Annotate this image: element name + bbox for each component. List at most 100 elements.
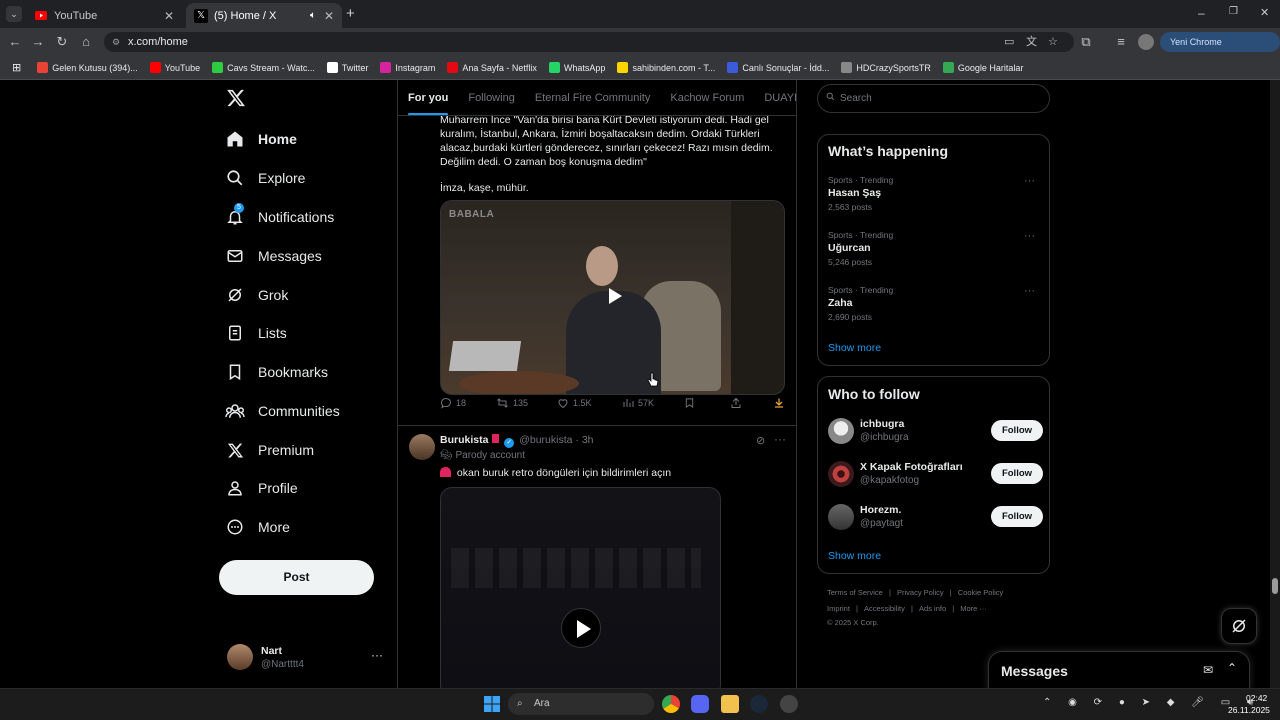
scrollbar-thumb[interactable] <box>1272 578 1278 594</box>
play-button[interactable] <box>561 608 601 648</box>
bookmark-item[interactable]: sahibinden.com - T... <box>617 62 715 73</box>
extensions-icon[interactable]: ⧉ <box>1078 34 1094 50</box>
tab-duayenl[interactable]: DUAYENL <box>764 80 796 115</box>
post-button[interactable]: Post <box>219 560 374 595</box>
trend-item[interactable]: Sports · Trending Hasan Şaş 2,563 posts … <box>828 175 1043 212</box>
like-button[interactable]: 1.5K <box>557 397 592 409</box>
windows-start-icon[interactable] <box>484 696 500 712</box>
footer-link[interactable]: Accessibility <box>864 604 905 613</box>
bookmark-item[interactable]: Ana Sayfa - Netflix <box>447 62 537 73</box>
more-dots-icon[interactable]: ··· <box>774 432 786 446</box>
apps-grid-icon[interactable]: ⊞ <box>12 61 21 74</box>
grok-explain-icon[interactable]: ⊘ <box>756 434 765 447</box>
author-name[interactable]: Burukista <box>440 434 488 446</box>
window-close-button[interactable]: ✕ <box>1260 6 1269 19</box>
bookmark-item[interactable]: Instagram <box>380 62 435 73</box>
back-icon[interactable]: ← <box>7 34 23 50</box>
footer-link[interactable]: Ads info <box>919 604 946 613</box>
views-button[interactable]: 57K <box>622 397 654 409</box>
site-info-icon[interactable]: ⚙ <box>112 32 120 52</box>
restore-button[interactable]: ❐ <box>1229 6 1238 17</box>
reply-button[interactable]: 18 <box>440 397 466 409</box>
new-message-icon[interactable]: ✉ <box>1203 663 1213 677</box>
bookmark-item[interactable]: WhatsApp <box>548 62 605 73</box>
tab-for-you[interactable]: For you <box>408 80 449 115</box>
footer-link[interactable]: Imprint <box>827 604 850 613</box>
star-icon[interactable]: ☆ <box>1048 32 1058 52</box>
nav-item-bookmarks[interactable]: Bookmarks <box>224 354 328 390</box>
tweet-video[interactable] <box>440 487 721 688</box>
footer-link[interactable]: More ··· <box>960 604 987 613</box>
media-controls-icon[interactable]: ≡ <box>1113 34 1129 50</box>
translate-icon[interactable]: 文 <box>1026 32 1037 52</box>
trend-item[interactable]: Sports · Trending Zaha 2,690 posts ··· <box>828 285 1043 322</box>
tab-x-home[interactable]: 𝕏 (5) Home / X 🔈︎ ✕ <box>186 3 342 28</box>
chrome-update-button[interactable]: Yeni Chrome kullanılabilir ⋮ <box>1160 32 1280 67</box>
clock-date[interactable]: 26.11.2025 <box>1228 705 1270 715</box>
nav-item-home[interactable]: Home <box>224 121 297 157</box>
follow-button[interactable]: Follow <box>991 420 1043 441</box>
trend-item[interactable]: Sports · Trending Uğurcan 5,246 posts ··… <box>828 230 1043 267</box>
install-app-icon[interactable]: ▭ <box>1004 32 1014 52</box>
tweet-video[interactable]: BABALA <box>440 200 785 395</box>
bookmark-item[interactable]: YouTube <box>149 62 200 73</box>
nav-item-lists[interactable]: Lists <box>224 315 287 351</box>
footer-link[interactable]: Privacy Policy <box>897 588 944 597</box>
follow-button[interactable]: Follow <box>991 463 1043 484</box>
file-explorer-icon[interactable] <box>721 695 739 713</box>
clock-time[interactable]: 02:42 <box>1246 693 1267 703</box>
tweet-time[interactable]: 3h <box>582 434 594 446</box>
more-dots-icon[interactable]: ··· <box>1024 175 1035 187</box>
show-more-link[interactable]: Show more <box>828 550 881 562</box>
account-switcher[interactable]: Nart @Nartttt4 ··· <box>222 640 387 678</box>
follow-suggestion[interactable]: Horezm. @paytagt Follow <box>828 503 1043 533</box>
nav-item-more[interactable]: More <box>224 509 290 545</box>
app-icon[interactable] <box>780 695 798 713</box>
nav-item-premium[interactable]: Premium <box>224 432 314 468</box>
reload-icon[interactable]: ↻ <box>54 34 70 50</box>
follow-suggestion[interactable]: X Kapak Fotoğrafları @kapakfotog Follow <box>828 460 1043 490</box>
more-dots-icon[interactable]: ··· <box>371 648 383 662</box>
bookmark-item[interactable]: Gelen Kutusu (394)... <box>37 62 138 73</box>
repost-button[interactable]: 135 <box>496 397 528 409</box>
bookmark-item[interactable]: Twitter <box>326 62 368 73</box>
avatar[interactable] <box>409 434 435 460</box>
search-input[interactable]: Search <box>817 84 1050 113</box>
bookmark-item[interactable]: HDCrazySportsTR <box>841 62 931 73</box>
tab-following[interactable]: Following <box>468 80 514 115</box>
more-dots-icon[interactable]: ··· <box>1024 230 1035 242</box>
nav-item-grok[interactable]: Grok <box>224 277 288 313</box>
address-bar[interactable]: ⚙ x.com/home ▭ 文 ☆ <box>104 32 1074 52</box>
page-scrollbar[interactable] <box>1270 80 1280 688</box>
forward-icon[interactable]: → <box>30 34 46 50</box>
discord-icon[interactable] <box>691 695 709 713</box>
close-icon[interactable]: ✕ <box>324 9 334 23</box>
play-icon[interactable] <box>601 283 627 309</box>
taskbar-search[interactable]: ⌕ Ara <box>508 693 654 715</box>
nav-item-notifications[interactable]: 5 Notifications <box>224 199 334 235</box>
nav-item-messages[interactable]: Messages <box>224 238 322 274</box>
bookmark-item[interactable]: Cavs Stream - Watc... <box>212 62 315 73</box>
bookmark-item[interactable]: Canlı Sonuçlar - İdd... <box>727 62 829 73</box>
nav-item-explore[interactable]: Explore <box>224 160 305 196</box>
tab-kachow-forum[interactable]: Kachow Forum <box>670 80 744 115</box>
footer-link[interactable]: Terms of Service <box>827 588 883 597</box>
x-logo-icon[interactable] <box>226 88 248 110</box>
download-button[interactable] <box>773 397 789 409</box>
steam-icon[interactable] <box>750 695 768 713</box>
chrome-icon[interactable] <box>662 695 680 713</box>
messages-drawer[interactable]: Messages ✉ ⌃ <box>988 651 1250 691</box>
expand-up-icon[interactable]: ⌃ <box>1227 661 1237 675</box>
bookmark-button[interactable] <box>684 397 699 409</box>
share-button[interactable] <box>730 397 746 409</box>
tab-youtube[interactable]: YouTube ✕ <box>26 3 182 28</box>
footer-link[interactable]: Cookie Policy <box>958 588 1003 597</box>
speaker-icon[interactable]: 🔈︎ <box>310 10 316 21</box>
new-tab-button[interactable]: + <box>346 5 355 22</box>
follow-button[interactable]: Follow <box>991 506 1043 527</box>
nav-item-communities[interactable]: Communities <box>224 393 340 429</box>
author-handle[interactable]: @burukista <box>519 434 572 446</box>
minimize-button[interactable]: – <box>1198 6 1205 20</box>
more-dots-icon[interactable]: ··· <box>1024 285 1035 297</box>
grok-button[interactable] <box>1221 608 1257 644</box>
